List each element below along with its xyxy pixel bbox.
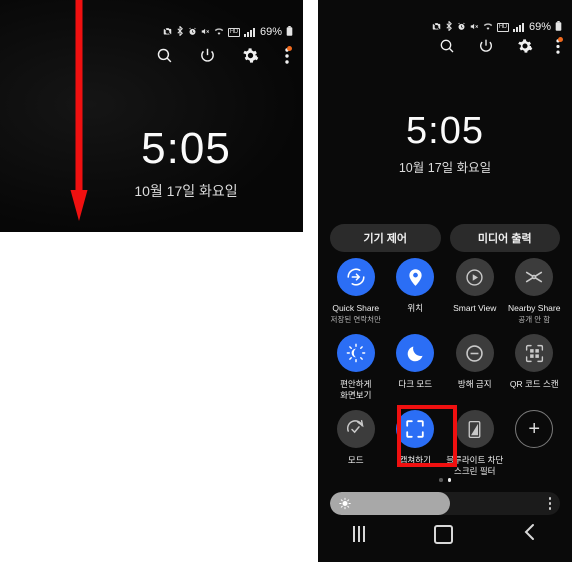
notification-dot-badge bbox=[287, 45, 292, 51]
brightness-sun-icon bbox=[339, 497, 351, 510]
hd-voice-icon: HD bbox=[496, 22, 509, 32]
clock-date: 10월 17일 화요일 bbox=[398, 161, 492, 175]
tile-modes[interactable]: 모드 bbox=[326, 410, 386, 486]
media-output-button[interactable]: 미디어 출력 bbox=[449, 224, 560, 252]
screen-capture-icon[interactable] bbox=[396, 410, 435, 448]
status-bar-right: HD 69% bbox=[432, 20, 562, 33]
location-pin-icon[interactable] bbox=[396, 258, 435, 296]
left-screenshot-panel: HD 69% 5:05 10월 17일 화요일 bbox=[0, 0, 303, 232]
battery-percent-label: 69% bbox=[528, 21, 551, 33]
red-down-arrow-annotation bbox=[70, 0, 88, 221]
mute-icon bbox=[470, 22, 479, 33]
tile-label: QR 코드 스캔 bbox=[509, 379, 559, 389]
add-button-icon[interactable]: + bbox=[515, 410, 554, 448]
quick-panel-actions-right[interactable] bbox=[439, 36, 563, 54]
home-icon[interactable] bbox=[433, 524, 453, 544]
page-dot-active[interactable] bbox=[447, 478, 451, 482]
search-icon[interactable] bbox=[439, 38, 455, 54]
signal-bars-icon bbox=[243, 27, 255, 37]
tile-location[interactable]: 위치 bbox=[386, 258, 446, 334]
clock-date: 10월 17일 화요일 bbox=[134, 183, 238, 199]
page-dot[interactable] bbox=[439, 478, 443, 482]
hd-voice-icon: HD bbox=[227, 27, 240, 37]
battery-percent-label: 69% bbox=[259, 26, 282, 38]
tile-sublabel: 공개 안 함 bbox=[518, 315, 551, 324]
status-bar-left: HD 69% bbox=[163, 25, 293, 38]
clock-time: 5:05 bbox=[141, 124, 231, 173]
tile-add-button[interactable]: + bbox=[505, 410, 565, 486]
panel-clock: 5:05 10월 17일 화요일 bbox=[318, 112, 572, 175]
power-icon[interactable] bbox=[199, 47, 216, 64]
battery-icon bbox=[555, 21, 562, 33]
qr-code-scan-icon[interactable] bbox=[515, 334, 554, 372]
page-indicator bbox=[318, 478, 572, 482]
tile-label: 다크 모드 bbox=[398, 379, 433, 389]
blue-light-filter-icon[interactable] bbox=[455, 410, 494, 448]
modes-icon[interactable] bbox=[336, 410, 375, 448]
panel-pill-buttons: 기기 제어 미디어 출력 bbox=[330, 224, 560, 252]
quick-share-icon[interactable] bbox=[336, 258, 375, 296]
smart-view-icon[interactable] bbox=[455, 258, 494, 296]
recents-icon[interactable] bbox=[352, 526, 365, 542]
camera-blocked-icon bbox=[432, 21, 441, 33]
tile-label: Quick Share bbox=[332, 303, 380, 313]
tile-blue-light-filter[interactable]: 블루라이트 차단 스크린 필터 bbox=[445, 410, 505, 486]
tile-label: Smart View bbox=[453, 303, 497, 313]
tile-qr-code-scan[interactable]: QR 코드 스캔 bbox=[505, 334, 565, 410]
mute-icon bbox=[201, 27, 210, 38]
bluetooth-icon bbox=[445, 20, 453, 33]
tile-label: 방해 금지 bbox=[457, 379, 492, 389]
brightness-overflow-menu-icon[interactable] bbox=[548, 497, 551, 510]
back-icon[interactable] bbox=[522, 523, 538, 546]
wifi-icon bbox=[483, 22, 493, 33]
signal-bars-icon bbox=[512, 22, 524, 32]
power-icon[interactable] bbox=[478, 38, 494, 54]
tile-sublabel: 저장된 연락처만 bbox=[330, 315, 381, 324]
tile-nearby-share[interactable]: Nearby Share 공개 안 함 bbox=[505, 258, 565, 334]
tile-do-not-disturb[interactable]: 방해 금지 bbox=[445, 334, 505, 410]
lockscreen-clock-left: 5:05 10월 17일 화요일 bbox=[86, 124, 286, 199]
overflow-menu-icon[interactable] bbox=[285, 45, 292, 64]
quick-settings-panel: HD 69% 5:05 10월 17일 화요일 기기 제어 미디어 출력 Qui… bbox=[318, 0, 572, 562]
nearby-share-icon[interactable] bbox=[515, 258, 554, 296]
do-not-disturb-icon[interactable] bbox=[455, 334, 494, 372]
tile-row: 모드 캡쳐하기 블루라이트 차단 스크린 필터 + bbox=[326, 410, 564, 486]
tile-smart-view[interactable]: Smart View bbox=[445, 258, 505, 334]
notification-dot-badge bbox=[558, 36, 563, 42]
device-control-button[interactable]: 기기 제어 bbox=[330, 224, 441, 252]
tile-row: 편안하게 화면보기 다크 모드 방해 금지 QR 코드 스캔 bbox=[326, 334, 564, 410]
overflow-menu-icon[interactable] bbox=[556, 36, 563, 54]
tile-label: 편안하게 화면보기 bbox=[340, 379, 372, 400]
clock-time: 5:05 bbox=[406, 110, 484, 152]
dark-mode-moon-icon[interactable] bbox=[396, 334, 435, 372]
tile-eye-comfort-shield[interactable]: 편안하게 화면보기 bbox=[326, 334, 386, 410]
eye-comfort-icon[interactable] bbox=[336, 334, 375, 372]
tile-label: 블루라이트 차단 스크린 필터 bbox=[446, 455, 504, 476]
settings-gear-icon[interactable] bbox=[517, 38, 533, 54]
quick-settings-tiles: Quick Share 저장된 연락처만 위치 Smart View Nearb… bbox=[326, 258, 564, 486]
search-icon[interactable] bbox=[156, 47, 173, 64]
alarm-icon bbox=[457, 22, 466, 33]
tile-row: Quick Share 저장된 연락처만 위치 Smart View Nearb… bbox=[326, 258, 564, 334]
quick-panel-actions-left[interactable] bbox=[156, 45, 292, 64]
tile-label: 위치 bbox=[407, 303, 424, 313]
tile-label: 캡쳐하기 bbox=[399, 455, 431, 465]
settings-gear-icon[interactable] bbox=[242, 47, 259, 64]
wifi-icon bbox=[214, 27, 224, 38]
battery-icon bbox=[286, 26, 293, 38]
brightness-slider[interactable] bbox=[330, 492, 560, 515]
tile-label: 모드 bbox=[347, 455, 364, 465]
alarm-icon bbox=[188, 27, 197, 38]
tile-label: Nearby Share bbox=[508, 303, 561, 313]
system-navigation-bar bbox=[318, 514, 572, 554]
bluetooth-icon bbox=[176, 25, 184, 38]
tile-screen-capture[interactable]: 캡쳐하기 bbox=[386, 410, 446, 486]
camera-blocked-icon bbox=[163, 26, 172, 38]
tile-quick-share[interactable]: Quick Share 저장된 연락처만 bbox=[326, 258, 386, 334]
tile-dark-mode[interactable]: 다크 모드 bbox=[386, 334, 446, 410]
